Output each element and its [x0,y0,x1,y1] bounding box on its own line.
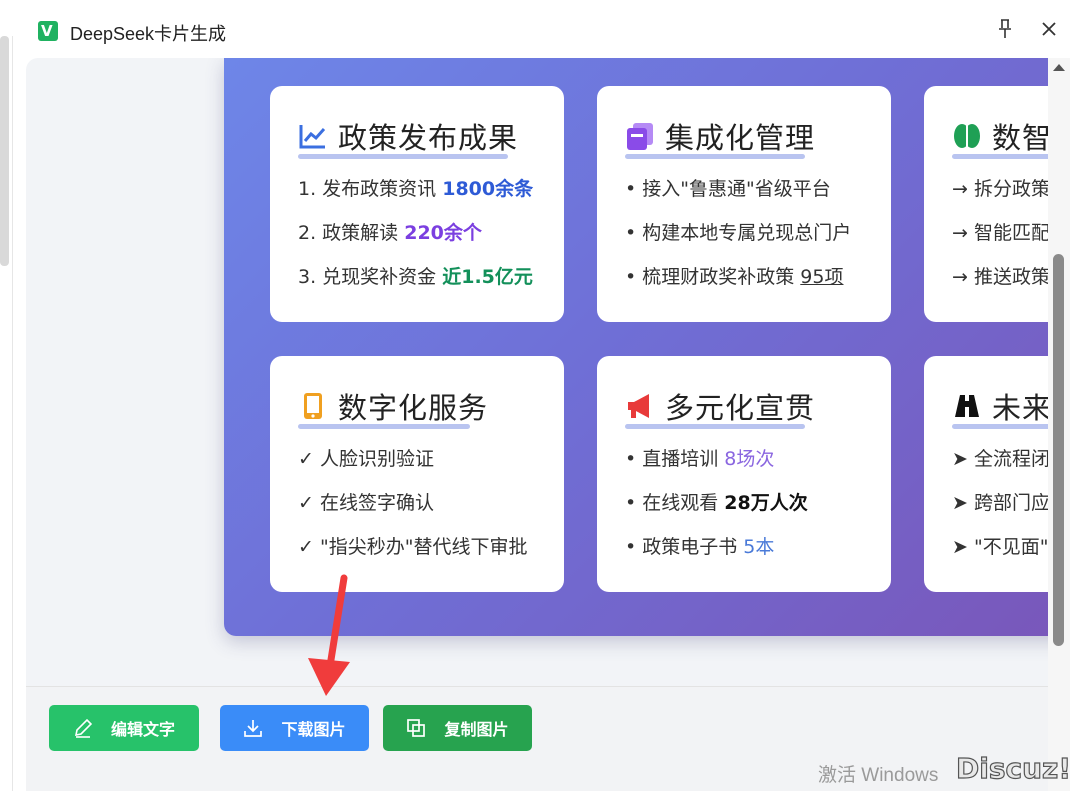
card-item-highlight: 5本 [743,536,775,558]
card-item-text: • 梳理财政奖补政策 [625,266,801,288]
card-item-text: 1. 发布政策资讯 [298,178,443,200]
card-item-text: → 智能匹配 [952,222,1048,244]
card-item-highlight: 1800余条 [442,178,534,200]
card-list-item: • 构建本地专属兑现总门户 [625,218,851,262]
card-item-highlight: 近1.5亿元 [442,266,533,288]
close-button[interactable] [1038,19,1060,41]
copy-image-button[interactable]: 复制图片 [383,705,532,751]
card-item-highlight: 220余个 [404,222,482,244]
mobile-phone-icon [304,393,322,419]
edit-text-button[interactable]: 编辑文字 [49,705,199,751]
card-multi-publicity: 多元化宣贯 • 直播培训 8场次 • 在线观看 28万人次 • 政策电子书 5本 [597,356,891,592]
card-title: 政策发布成果 [338,121,519,155]
card-preview-area[interactable]: 政策发布成果 1. 发布政策资讯 1800余条 2. 政策解读 220余个 3. 兑… [26,58,1048,686]
card-item-text: • 构建本地专属兑现总门户 [625,222,852,244]
pin-icon [999,19,1011,38]
card-item-text: → 拆分政策 [952,178,1048,200]
card-integrated-management: 集成化管理 • 接入"鲁惠通"省级平台 • 构建本地专属兑现总门户 • 梳理财政奖补… [597,86,891,322]
title-bar: V DeepSeek卡片生成 [0,0,1080,58]
card-title-underline [298,154,508,159]
card-list-item: ✓ 在线签字确认 [298,488,527,532]
copy-image-label: 复制图片 [444,720,509,739]
card-list-item: ✓ 人脸识别验证 [298,444,527,488]
card-list-item: • 接入"鲁惠通"省级平台 [625,174,851,218]
vertical-scrollbar[interactable] [1048,58,1070,791]
card-list-item: • 梳理财政奖补政策 95项 [625,262,851,306]
card-list-item: → 智能匹配 [952,218,1048,262]
card-list-item: → 拆分政策 [952,174,1048,218]
card-title-underline [298,424,470,429]
card-list-item: • 在线观看 28万人次 [625,488,808,532]
card-title: 数智 [992,121,1048,155]
card-item-text: ✓ "指尖秒办"替代线下审批 [298,536,528,558]
card-title-underline [625,154,805,159]
window-title: DeepSeek卡片生成 [70,24,227,44]
download-icon [244,720,263,737]
card-item-text: • 直播培训 [625,448,725,470]
edit-text-label: 编辑文字 [110,720,175,739]
close-icon [1042,22,1056,36]
card-item-highlight: 95项 [800,266,844,288]
card-digital-service: 数字化服务 ✓ 人脸识别验证 ✓ 在线签字确认 ✓ "指尖秒办"替代线下审批 [270,356,564,592]
left-scrollbar-thumb[interactable] [0,36,9,266]
card-item-text: → 推送政策 [952,266,1048,288]
card-title: 集成化管理 [665,121,816,155]
card-title-underline [952,154,1048,159]
megaphone-icon [628,394,649,418]
card-item-text: • 政策电子书 [625,536,744,558]
left-divider [12,36,13,791]
card-title-underline [952,424,1048,429]
card-item-text: • 接入"鲁惠通"省级平台 [625,178,831,200]
pin-button[interactable] [994,19,1016,41]
card-list-item: → 推送政策 [952,262,1048,306]
card-list-item: ➤ 全流程闭 [952,444,1048,488]
card-list-item: 3. 兑现奖补资金 近1.5亿元 [298,262,533,306]
card-title-underline [625,424,805,429]
card-list-item: ✓ "指尖秒办"替代线下审批 [298,532,527,576]
card-list-item: • 直播培训 8场次 [625,444,808,488]
card-list-item: • 政策电子书 5本 [625,532,808,576]
annotation-arrow-icon [308,574,350,696]
brain-icon [954,124,980,148]
binoculars-icon [955,395,979,417]
copy-icon [407,719,426,737]
card-title: 未来 [992,391,1048,425]
generated-card-poster: 政策发布成果 1. 发布政策资讯 1800余条 2. 政策解读 220余个 3. 兑… [224,58,1048,636]
card-item-text: ✓ 人脸识别验证 [298,448,434,470]
app-logo-icon: V [38,21,58,41]
card-item-text: ➤ 跨部门应 [952,492,1048,514]
card-list-item: ➤ 跨部门应 [952,488,1048,532]
line-chart-icon [299,125,326,149]
card-title: 多元化宣贯 [665,391,816,425]
card-future: 未来 ➤ 全流程闭 ➤ 跨部门应 ➤ "不见面" [924,356,1048,592]
card-item-text: 2. 政策解读 [298,222,405,244]
card-item-text: 3. 兑现奖补资金 [298,266,443,288]
card-list-item: ➤ "不见面" [952,532,1048,576]
card-item-text: ➤ "不见面" [952,536,1048,558]
discuz-watermark: Discuz! [955,751,1072,785]
card-item-text: • 在线观看 [625,492,725,514]
card-digital-intelligence: 数智 → 拆分政策 → 智能匹配 → 推送政策 [924,86,1048,322]
windows-activation-watermark: 激活 Windows [818,765,939,786]
card-item-text: ➤ 全流程闭 [952,448,1048,470]
card-policy-release: 政策发布成果 1. 发布政策资讯 1800余条 2. 政策解读 220余个 3. 兑… [270,86,564,322]
card-title: 数字化服务 [338,391,489,425]
card-list-item: 2. 政策解读 220余个 [298,218,533,262]
download-image-button[interactable]: 下载图片 [220,705,369,751]
scroll-up-arrow-icon[interactable] [1053,64,1065,71]
pencil-icon [74,718,93,738]
card-item-text: ✓ 在线签字确认 [298,492,434,514]
layers-icon [627,123,653,150]
card-list-item: 1. 发布政策资讯 1800余条 [298,174,533,218]
download-image-label: 下载图片 [281,720,346,739]
card-item-highlight: 8场次 [724,448,775,470]
card-item-highlight: 28万人次 [724,492,808,514]
scrollbar-thumb[interactable] [1053,254,1064,646]
